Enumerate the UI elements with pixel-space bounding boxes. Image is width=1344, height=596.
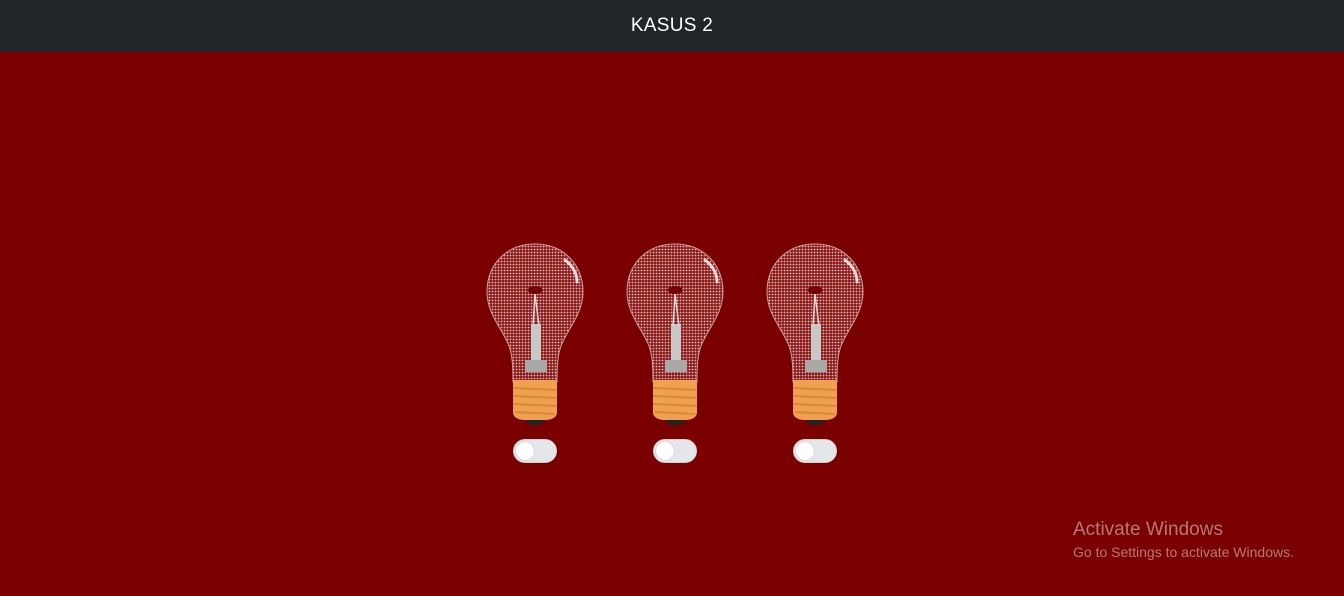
lamp-switch[interactable] bbox=[793, 439, 837, 463]
switch-knob bbox=[516, 442, 534, 460]
lamp-3 bbox=[765, 242, 865, 467]
watermark-title: Activate Windows bbox=[1073, 519, 1223, 540]
light-bulb-icon bbox=[766, 243, 864, 425]
switch-knob bbox=[656, 442, 674, 460]
light-bulb-icon bbox=[486, 243, 584, 425]
switch-knob bbox=[796, 442, 814, 460]
lamp-switch[interactable] bbox=[513, 439, 557, 463]
lamp-1 bbox=[485, 242, 585, 467]
page-title: KASUS 2 bbox=[630, 15, 714, 36]
light-bulb-icon bbox=[626, 243, 724, 425]
watermark-subtitle: Go to Settings to activate Windows. bbox=[1073, 544, 1294, 560]
top-navbar: KASUS 2 bbox=[0, 0, 1344, 52]
lamp-2 bbox=[625, 242, 725, 467]
windows-activation-watermark: Activate Windows Go to Settings to activ… bbox=[1073, 518, 1294, 562]
lamp-switch[interactable] bbox=[653, 439, 697, 463]
